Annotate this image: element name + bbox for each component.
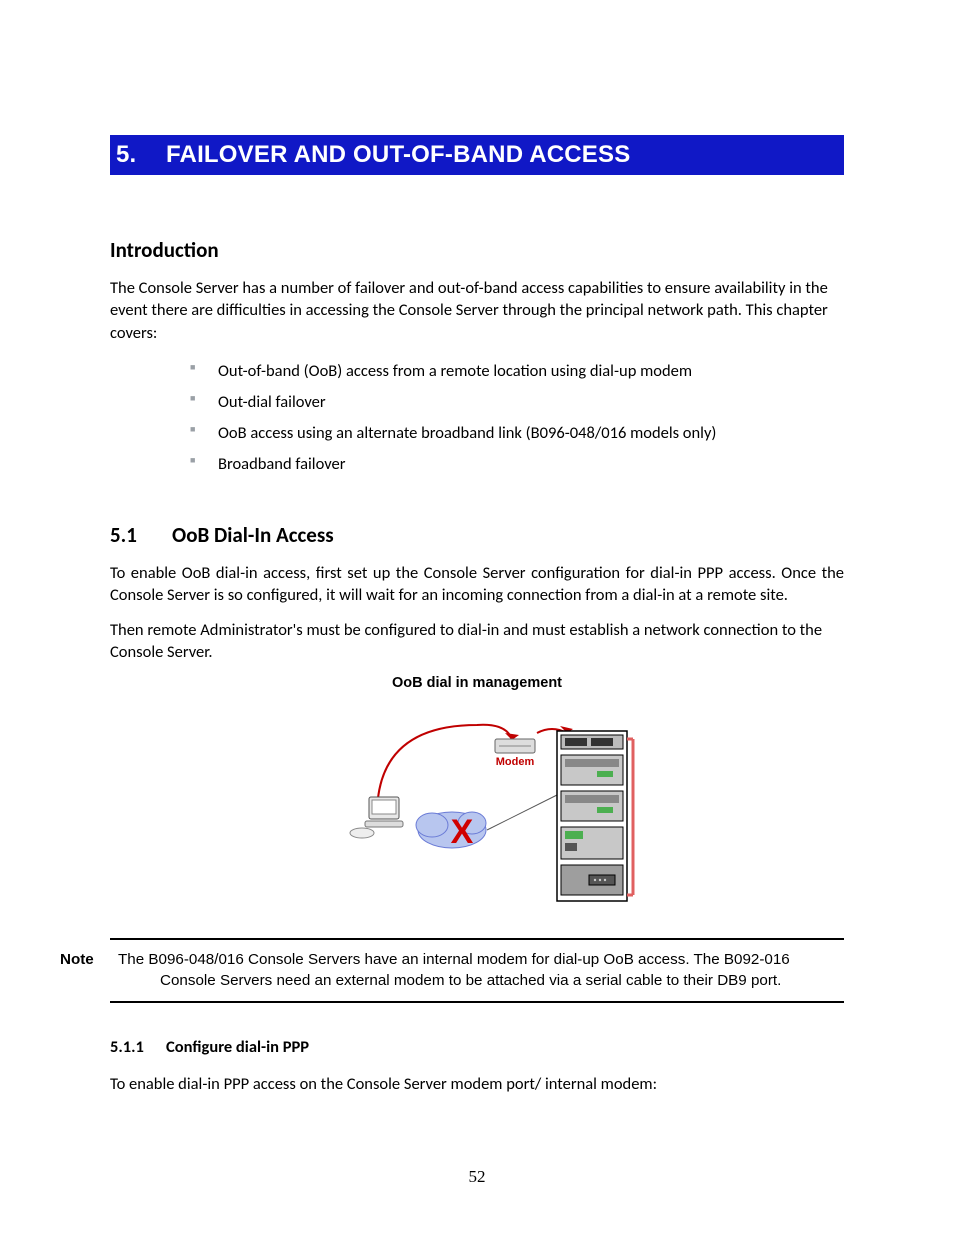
note-box: NoteThe B096-048/016 Console Servers hav… xyxy=(110,938,844,1003)
page-number: 52 xyxy=(0,1167,954,1187)
server-rack-icon xyxy=(557,731,633,901)
note-label: Note xyxy=(110,950,118,971)
network-diagram: Modem X xyxy=(317,695,637,915)
section-title: OoB Dial-In Access xyxy=(172,522,334,548)
diagram-title: OoB dial in management xyxy=(110,675,844,691)
intro-heading: Introduction xyxy=(110,237,844,263)
subsection-number: 5.1.1 xyxy=(110,1037,166,1057)
section-5-1-heading: 5.1OoB Dial-In Access xyxy=(110,522,844,548)
section-number: 5.1 xyxy=(110,522,172,548)
document-page: 5.FAILOVER AND OUT-OF-BAND ACCESS Introd… xyxy=(0,0,954,1235)
blocked-x-icon: X xyxy=(451,813,474,851)
section-5-1-1-para: To enable dial-in PPP access on the Cons… xyxy=(110,1073,844,1095)
subsection-title: Configure dial-in PPP xyxy=(166,1037,309,1057)
modem-icon xyxy=(495,739,535,753)
computer-icon xyxy=(350,797,403,838)
list-item: Broadband failover xyxy=(110,449,844,480)
list-item: OoB access using an alternate broadband … xyxy=(110,418,844,449)
note-text: The B096-048/016 Console Servers have an… xyxy=(118,951,790,989)
list-item: Out-dial failover xyxy=(110,387,844,418)
intro-bullet-list: Out-of-band (OoB) access from a remote l… xyxy=(110,356,844,480)
intro-paragraph: The Console Server has a number of failo… xyxy=(110,277,844,344)
list-item: Out-of-band (OoB) access from a remote l… xyxy=(110,356,844,387)
bullet-text: Out-dial failover xyxy=(218,392,326,412)
section-5-1-para-1: To enable OoB dial-in access, first set … xyxy=(110,562,844,607)
section-5-1-para-2: Then remote Administrator's must be conf… xyxy=(110,619,844,664)
chapter-title: FAILOVER AND OUT-OF-BAND ACCESS xyxy=(166,141,630,168)
bullet-text: OoB access using an alternate broadband … xyxy=(218,423,716,443)
chapter-heading: 5.FAILOVER AND OUT-OF-BAND ACCESS xyxy=(110,135,844,175)
diagram-container: OoB dial in management Modem xyxy=(110,675,844,920)
modem-label: Modem xyxy=(496,756,535,768)
chapter-number: 5. xyxy=(116,141,166,169)
section-5-1-1-heading: 5.1.1Configure dial-in PPP xyxy=(110,1037,844,1057)
bullet-text: Out-of-band (OoB) access from a remote l… xyxy=(218,361,692,381)
note-content: NoteThe B096-048/016 Console Servers hav… xyxy=(110,950,844,991)
bullet-text: Broadband failover xyxy=(218,454,345,474)
